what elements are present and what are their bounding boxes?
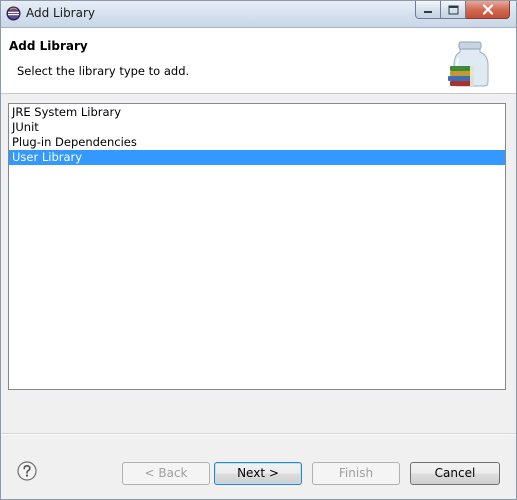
help-icon[interactable] [17, 461, 37, 481]
list-item-plugin-dependencies[interactable]: Plug-in Dependencies [9, 135, 505, 150]
eclipse-icon [6, 6, 21, 21]
finish-button[interactable]: Finish [312, 462, 400, 485]
close-button[interactable] [466, 1, 510, 19]
minimize-button[interactable] [415, 1, 441, 19]
footer-separator [1, 433, 516, 435]
dialog-header: Add Library Select the library type to a… [1, 28, 516, 94]
page-description: Select the library type to add. [17, 64, 190, 78]
back-button[interactable]: < Back [122, 462, 210, 485]
minimize-icon [424, 10, 432, 13]
page-title: Add Library [9, 39, 88, 53]
list-item-junit[interactable]: JUnit [9, 120, 505, 135]
list-item-user-library[interactable]: User Library [9, 150, 505, 165]
list-item-jre-system-library[interactable]: JRE System Library [9, 105, 505, 120]
maximize-icon [448, 5, 458, 14]
next-button[interactable]: Next > [214, 462, 302, 485]
maximize-button[interactable] [441, 1, 466, 19]
library-jar-icon [448, 41, 489, 87]
window-title: Add Library [26, 6, 96, 20]
add-library-dialog: Add Library Add Library Select the libra… [0, 0, 517, 500]
title-bar[interactable]: Add Library [1, 1, 516, 28]
cancel-button[interactable]: Cancel [410, 462, 500, 485]
close-icon [482, 4, 493, 15]
library-type-list[interactable]: JRE System Library JUnit Plug-in Depende… [8, 103, 506, 390]
window-controls [415, 1, 510, 20]
